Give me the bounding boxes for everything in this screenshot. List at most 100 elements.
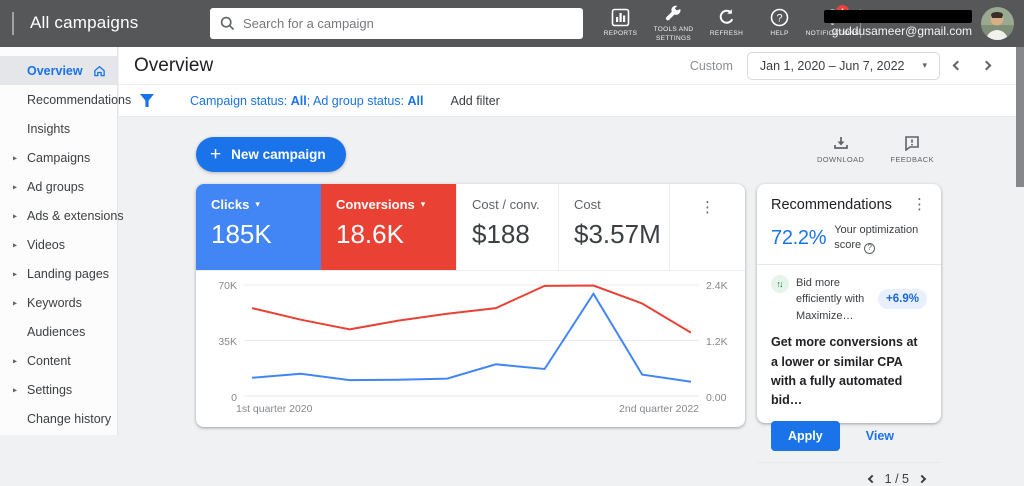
action-label: HELP [770, 30, 788, 39]
series-clicks [252, 294, 691, 382]
sidebar-item-label: Ads & extensions [27, 209, 124, 223]
add-filter-button[interactable]: Add filter [450, 94, 499, 108]
next-period-button[interactable] [982, 61, 992, 71]
page-title: Overview [134, 55, 213, 77]
expand-arrow-icon: ▸ [13, 269, 17, 278]
view-link[interactable]: View [866, 429, 894, 443]
sidebar-item-campaigns[interactable]: ▸ Campaigns [0, 143, 117, 172]
page-scrollbar [1016, 47, 1024, 435]
reports-button[interactable]: REPORTS [594, 0, 647, 47]
metric-value: $3.57M [574, 219, 669, 250]
sidebar-item-content[interactable]: ▸Content [0, 346, 117, 375]
feedback-button[interactable]: FEEDBACK [890, 136, 934, 164]
right-axis: 2.4K 1.2K 0.00 [699, 284, 735, 398]
sidebar-item-label: Overview [27, 64, 83, 78]
left-axis: 70K 35K 0 [208, 284, 244, 398]
help-circle-icon[interactable]: ? [864, 243, 875, 254]
home-icon [93, 64, 106, 77]
overview-content: + New campaign DOWNLOAD FEEDBACK Clicks [119, 118, 1024, 435]
recommendations-menu-button[interactable]: ⋮ [912, 197, 927, 212]
sidebar-item-ads-extensions[interactable]: ▸Ads & extensions [0, 201, 117, 230]
refresh-icon [717, 8, 736, 27]
sidebar-item-keywords[interactable]: ▸ Keywords [0, 288, 117, 317]
avatar[interactable] [981, 7, 1014, 40]
metric-card-conversions[interactable]: Conversions▾ 18.6K [321, 184, 456, 270]
date-range-selector[interactable]: Jan 1, 2020 – Jun 7, 2022 ▾ [747, 52, 940, 80]
recommendations-pager: 1 / 5 [757, 462, 941, 486]
chart-plot-area [244, 284, 699, 398]
main-area: Overview Custom Jan 1, 2020 – Jun 7, 202… [119, 47, 1024, 435]
expand-arrow-icon: ▸ [13, 182, 17, 191]
sidebar-item-label: Content [27, 354, 71, 368]
topbar-actions: REPORTSTOOLS AND SETTINGSREFRESH?HELPNOT… [594, 0, 859, 47]
action-label: REFRESH [710, 30, 743, 39]
series-conversions [252, 286, 691, 333]
svg-text:?: ? [776, 13, 782, 25]
sidebar-item-landing-pages[interactable]: ▸ Landing pages [0, 259, 117, 288]
sidebar-item-overview[interactable]: Overview [0, 56, 117, 85]
tools-and-settings-button[interactable]: TOOLS AND SETTINGS [647, 0, 700, 47]
previous-period-button[interactable] [953, 61, 963, 71]
apply-button[interactable]: Apply [771, 421, 840, 451]
status-filter-chip[interactable]: Campaign status: All; Ad group status: A… [190, 94, 423, 108]
sidebar-item-label: Change history [27, 412, 111, 426]
metric-card-clicks[interactable]: Clicks▾ 185K [196, 184, 321, 270]
top-app-bar: All campaigns REPORTS TOOLS AND SETTINGS R… [0, 0, 1024, 47]
x-axis-label-start: 1st quarter 2020 [236, 403, 312, 415]
pager-previous-button[interactable] [867, 474, 875, 482]
account-name-redacted [824, 10, 972, 23]
date-range-type-label: Custom [690, 59, 733, 73]
overview-chart-card: Clicks▾ 185K Conversions▾ 18.6K Cost / c… [196, 184, 745, 427]
scrollbar-thumb[interactable] [1016, 47, 1024, 187]
chevron-down-icon: ▾ [255, 199, 260, 210]
download-button[interactable]: DOWNLOAD [817, 136, 864, 164]
filter-icon [140, 94, 154, 107]
sidebar-item-label: Keywords [27, 296, 82, 310]
new-campaign-button[interactable]: + New campaign [196, 137, 346, 172]
chart-menu-button[interactable]: ⋮ [700, 200, 715, 270]
reports-icon [611, 8, 630, 27]
search-icon [220, 16, 235, 31]
pager-next-button[interactable] [918, 474, 926, 482]
sidebar-item-ad-groups[interactable]: ▸ Ad groups [0, 172, 117, 201]
refresh-button[interactable]: REFRESH [700, 0, 753, 47]
account-chip[interactable]: guddusameer@gmail.com [824, 0, 1014, 47]
expand-arrow-icon: ▸ [13, 298, 17, 307]
optimization-score-label: Your optimization score ? [834, 223, 926, 254]
sidebar-item-insights[interactable]: Insights [0, 114, 117, 143]
chevron-down-icon: ▾ [421, 199, 426, 210]
sidebar-item-label: Videos [27, 238, 65, 252]
left-nav: Overview RecommendationsInsights ▸ Campaign… [0, 47, 118, 435]
sidebar-item-settings[interactable]: ▸Settings [0, 375, 117, 404]
recommendations-title: Recommendations [771, 197, 892, 213]
bid-strategy-icon: ↑↓ [771, 275, 789, 293]
metric-value: $188 [472, 219, 558, 250]
metric-card-cost[interactable]: Cost $3.57M [558, 184, 669, 270]
download-icon [833, 136, 849, 151]
account-email: guddusameer@gmail.com [832, 24, 972, 38]
metric-card-cost-per-conv[interactable]: Cost / conv. $188 [456, 184, 558, 270]
expand-arrow-icon: ▸ [13, 153, 17, 162]
expand-arrow-icon: ▸ [13, 385, 17, 394]
sidebar-item-label: Ad groups [27, 180, 84, 194]
help-button[interactable]: ? HELP [753, 0, 806, 47]
recommendation-item[interactable]: ↑↓ Bid more efficiently with Maximize… +… [771, 275, 927, 325]
sidebar-item-change-history[interactable]: Change history [0, 404, 117, 433]
action-label: REPORTS [604, 30, 637, 39]
search-input[interactable] [243, 16, 573, 31]
sidebar-item-audiences[interactable]: Audiences [0, 317, 117, 346]
sidebar-item-label: Campaigns [27, 151, 90, 165]
scope-title: All campaigns [30, 13, 138, 33]
uplift-badge: +6.9% [878, 289, 927, 309]
topbar-divider [12, 12, 14, 35]
expand-arrow-icon: ▸ [13, 211, 17, 220]
campaign-search[interactable] [210, 8, 583, 39]
x-axis-label-end: 2nd quarter 2022 [619, 403, 699, 415]
sidebar-item-recommendations[interactable]: Recommendations [0, 85, 117, 114]
metric-cards: Clicks▾ 185K Conversions▾ 18.6K Cost / c… [196, 184, 745, 271]
sidebar-item-label: Landing pages [27, 267, 109, 281]
feedback-icon [904, 136, 920, 151]
metric-value: 185K [211, 219, 321, 250]
sidebar-item-videos[interactable]: ▸Videos [0, 230, 117, 259]
sidebar-item-label: Recommendations [27, 93, 131, 107]
